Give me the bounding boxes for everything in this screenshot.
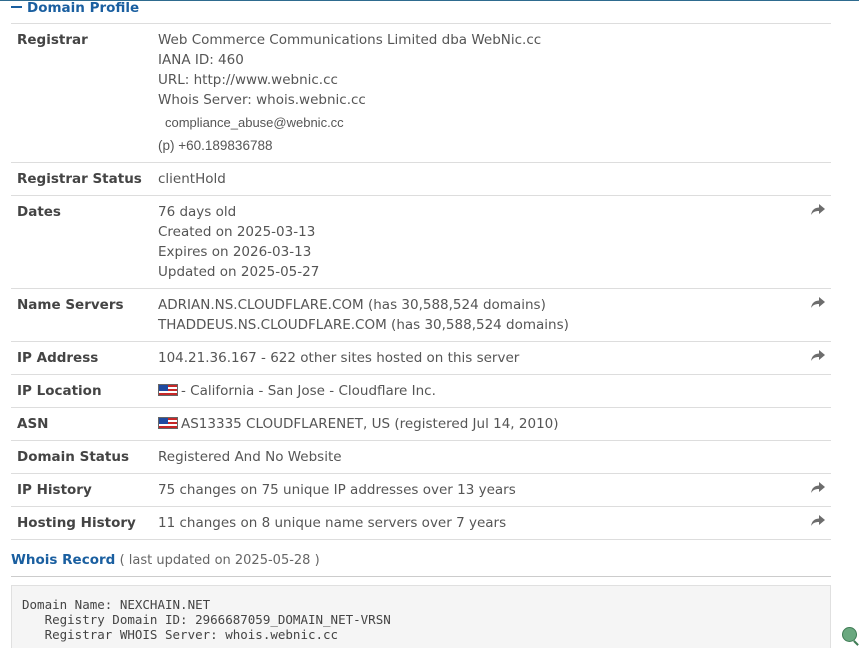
whois-record-box: Domain Name: NEXCHAIN.NET Registry Domai… xyxy=(11,585,831,648)
share-arrow-icon[interactable] xyxy=(811,204,825,216)
row-label: IP Location xyxy=(11,374,158,408)
whois-record-header: Whois Record ( last updated on 2025-05-2… xyxy=(11,550,831,577)
us-flag-icon xyxy=(158,417,178,429)
registrar-value: Web Commerce Communications Limited dba … xyxy=(158,24,801,163)
row-label: Registrar Status xyxy=(11,162,158,196)
table-row-ip-address: IP Address 104.21.36.167 - 622 other sit… xyxy=(11,341,831,375)
table-row-registrar-status: Registrar Status clientHold xyxy=(11,162,831,196)
domain-age: 76 days old xyxy=(158,204,237,220)
whois-line: Domain Name: NEXCHAIN.NET xyxy=(22,597,211,612)
domain-profile-table: Registrar Web Commerce Communications Li… xyxy=(11,24,831,540)
ip-location-text: - California - San Jose - Cloudflare Inc… xyxy=(181,383,436,399)
asn-value: AS13335 CLOUDFLARENET, US (registered Ju… xyxy=(158,407,801,441)
row-label: Domain Status xyxy=(11,440,158,474)
registrar-iana: IANA ID: 460 xyxy=(158,52,244,68)
us-flag-icon xyxy=(158,384,178,396)
expires-date: Expires on 2026-03-13 xyxy=(158,244,312,260)
ip-history-value: 75 changes on 75 unique IP addresses ove… xyxy=(158,473,801,507)
registrar-status-value: clientHold xyxy=(158,162,801,196)
domain-profile-header[interactable]: Domain Profile xyxy=(11,0,831,24)
whois-record-title[interactable]: Whois Record xyxy=(11,552,115,568)
whois-last-updated: ( last updated on 2025-05-28 ) xyxy=(119,553,320,568)
table-row-dates: Dates 76 days old Created on 2025-03-13 … xyxy=(11,195,831,289)
table-row-asn: ASN AS13335 CLOUDFLARENET, US (registere… xyxy=(11,407,831,441)
whois-line: Registrar WHOIS Server: whois.webnic.cc xyxy=(22,627,339,642)
table-row-registrar: Registrar Web Commerce Communications Li… xyxy=(11,24,831,163)
name-servers-value: ADRIAN.NS.CLOUDFLARE.COM (has 30,588,524… xyxy=(158,288,801,342)
registrar-whois-server: Whois Server: whois.webnic.cc xyxy=(158,92,366,108)
collapse-minus-icon[interactable] xyxy=(11,6,22,8)
row-label: IP Address xyxy=(11,341,158,375)
share-arrow-icon[interactable] xyxy=(811,482,825,494)
whois-line: Registry Domain ID: 2966687059_DOMAIN_NE… xyxy=(22,612,391,627)
registrar-url: URL: http://www.webnic.cc xyxy=(158,72,338,88)
table-row-hosting-history: Hosting History 11 changes on 8 unique n… xyxy=(11,506,831,540)
share-arrow-icon[interactable] xyxy=(811,297,825,309)
created-date: Created on 2025-03-13 xyxy=(158,224,316,240)
share-arrow-icon[interactable] xyxy=(811,350,825,362)
domain-status-value: Registered And No Website xyxy=(158,440,801,474)
row-label: Dates xyxy=(11,195,158,289)
asn-text: AS13335 CLOUDFLARENET, US (registered Ju… xyxy=(181,416,559,432)
table-row-domain-status: Domain Status Registered And No Website xyxy=(11,440,831,474)
row-label: Hosting History xyxy=(11,506,158,540)
zoom-icon[interactable] xyxy=(842,627,857,642)
registrar-name: Web Commerce Communications Limited dba … xyxy=(158,32,542,48)
table-row-ip-history: IP History 75 changes on 75 unique IP ad… xyxy=(11,473,831,507)
hosting-history-value: 11 changes on 8 unique name servers over… xyxy=(158,506,801,540)
row-label: IP History xyxy=(11,473,158,507)
dates-value: 76 days old Created on 2025-03-13 Expire… xyxy=(158,195,801,289)
table-row-ip-location: IP Location - California - San Jose - Cl… xyxy=(11,374,831,408)
table-row-name-servers: Name Servers ADRIAN.NS.CLOUDFLARE.COM (h… xyxy=(11,288,831,342)
row-label: Name Servers xyxy=(11,288,158,342)
name-server-1: ADRIAN.NS.CLOUDFLARE.COM (has 30,588,524… xyxy=(158,297,546,313)
registrar-phone: (p) +60.189836788 xyxy=(158,138,273,153)
section-title: Domain Profile xyxy=(27,0,140,16)
share-arrow-icon[interactable] xyxy=(811,515,825,527)
ip-address-value: 104.21.36.167 - 622 other sites hosted o… xyxy=(158,341,801,375)
ip-location-value: - California - San Jose - Cloudflare Inc… xyxy=(158,374,801,408)
updated-date: Updated on 2025-05-27 xyxy=(158,264,320,280)
whois-record-text: Domain Name: NEXCHAIN.NET Registry Domai… xyxy=(22,597,820,642)
name-server-2: THADDEUS.NS.CLOUDFLARE.COM (has 30,588,5… xyxy=(158,317,569,333)
row-label: Registrar xyxy=(11,24,158,163)
registrar-email: compliance_abuse@webnic.cc xyxy=(165,115,344,130)
row-label: ASN xyxy=(11,407,158,441)
